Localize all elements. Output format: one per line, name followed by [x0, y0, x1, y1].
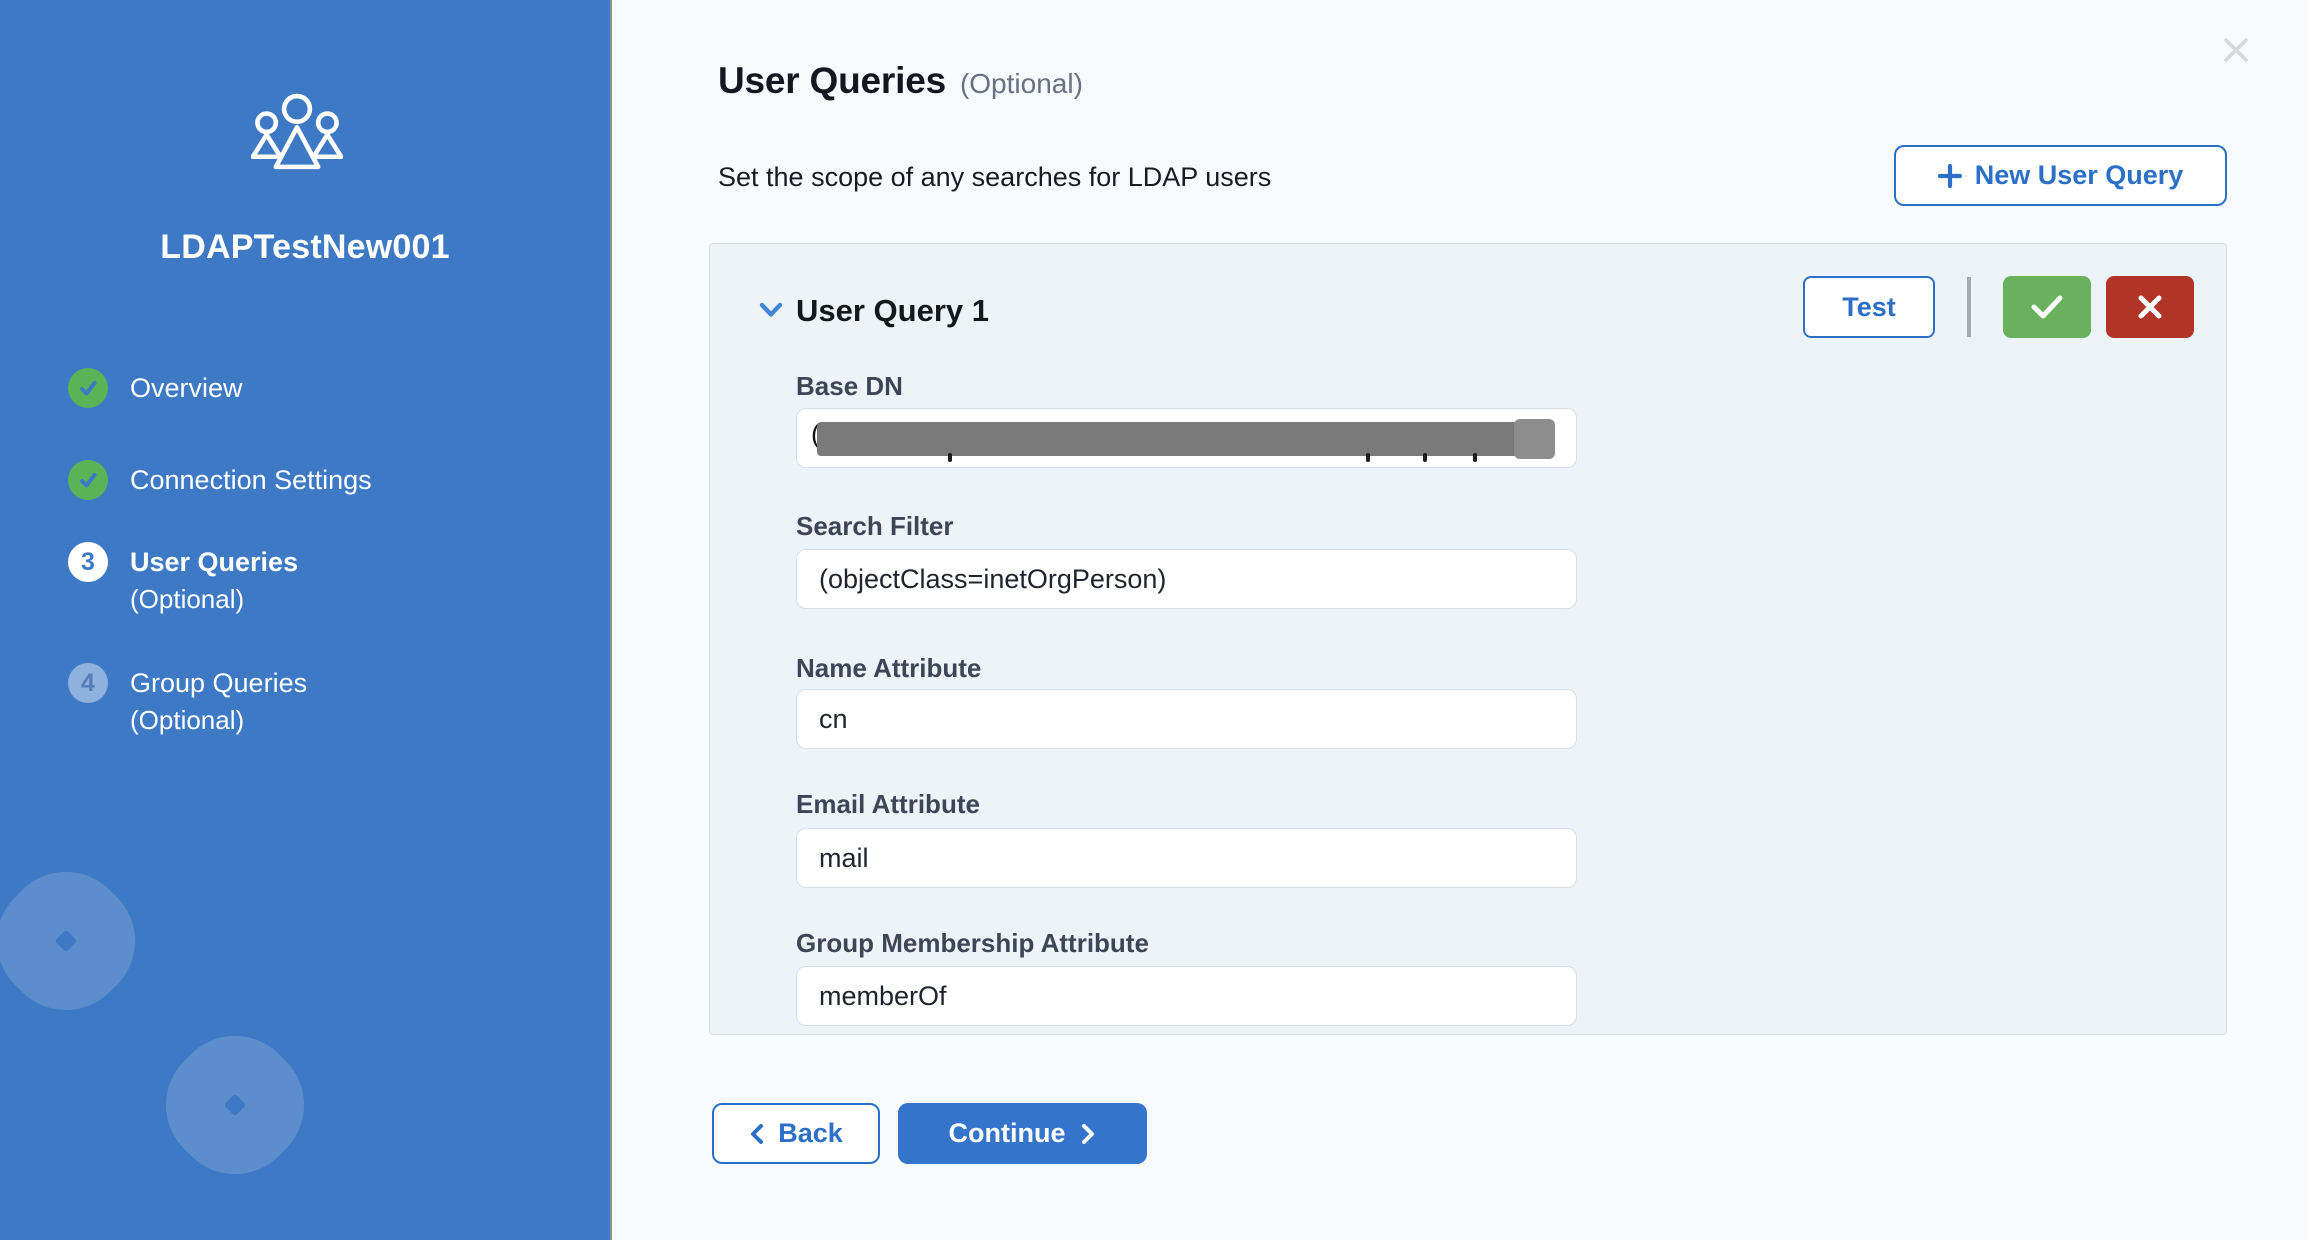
page-subtitle: Set the scope of any searches for LDAP u… [718, 162, 1271, 193]
step-complete-badge [68, 460, 108, 500]
test-button-label: Test [1842, 292, 1896, 323]
step-label: Connection Settings [130, 460, 372, 500]
x-icon [2136, 293, 2164, 321]
delete-query-button[interactable] [2106, 276, 2194, 338]
new-user-query-label: New User Query [1975, 160, 2184, 191]
sidebar-step-group-queries[interactable]: 4 Group Queries (Optional) [68, 663, 307, 737]
step-label: Overview [130, 368, 243, 408]
email-attribute-input[interactable] [796, 828, 1577, 888]
chevron-left-icon [749, 1123, 764, 1145]
redaction-bar-cap [1514, 419, 1555, 459]
page-title-row: User Queries (Optional) [718, 60, 1083, 102]
users-group-icon [251, 92, 343, 170]
base-dn-input[interactable]: ( [796, 408, 1577, 468]
watermark-ring-icon [0, 846, 161, 1036]
group-membership-attribute-input[interactable] [796, 966, 1577, 1026]
step-sublabel: (Optional) [130, 703, 307, 737]
redaction-artifact [1366, 453, 1370, 462]
sidebar-step-connection-settings[interactable]: Connection Settings [68, 460, 372, 500]
test-button[interactable]: Test [1803, 276, 1935, 338]
confirm-query-button[interactable] [2003, 276, 2091, 338]
step-label: Group Queries [130, 663, 307, 703]
chevron-right-icon [1081, 1123, 1096, 1145]
field-label-name-attribute: Name Attribute [796, 653, 981, 684]
wizard-sidebar: LDAPTestNew001 Overview Connection Setti… [0, 0, 612, 1240]
step-label: User Queries [130, 542, 298, 582]
step-number-badge: 3 [68, 542, 108, 582]
continue-button-label: Continue [949, 1118, 1066, 1149]
sidebar-step-user-queries[interactable]: 3 User Queries (Optional) [68, 542, 298, 616]
field-label-base-dn: Base DN [796, 371, 903, 402]
wizard-content: User Queries (Optional) Set the scope of… [614, 0, 2308, 1240]
page-title: User Queries [718, 60, 946, 102]
user-query-panel: User Query 1 Test Base DN ( [709, 243, 2227, 1035]
step-number-badge: 4 [68, 663, 108, 703]
continue-button[interactable]: Continue [898, 1103, 1147, 1164]
back-button[interactable]: Back [712, 1103, 880, 1164]
field-label-search-filter: Search Filter [796, 511, 954, 542]
ldap-wizard-modal: LDAPTestNew001 Overview Connection Setti… [0, 0, 2308, 1240]
sidebar-step-overview[interactable]: Overview [68, 368, 243, 408]
redaction-bar [817, 422, 1520, 456]
watermark-ring-icon [140, 1010, 330, 1200]
name-attribute-input[interactable] [796, 689, 1577, 749]
new-user-query-button[interactable]: New User Query [1894, 145, 2227, 206]
search-filter-input[interactable] [796, 549, 1577, 609]
redaction-artifact [948, 453, 952, 462]
page-title-suffix: (Optional) [960, 68, 1083, 100]
button-divider [1967, 277, 1971, 337]
field-label-group-membership-attribute: Group Membership Attribute [796, 928, 1149, 959]
chevron-down-icon[interactable] [758, 301, 784, 319]
check-icon [77, 469, 99, 491]
plus-icon [1938, 164, 1962, 188]
step-complete-badge [68, 368, 108, 408]
field-label-email-attribute: Email Attribute [796, 789, 980, 820]
redaction-artifact [1473, 453, 1477, 462]
close-icon[interactable] [2222, 36, 2250, 64]
check-icon [77, 377, 99, 399]
step-sublabel: (Optional) [130, 582, 298, 616]
query-panel-title: User Query 1 [796, 293, 989, 329]
redaction-artifact [1423, 453, 1427, 462]
connector-name: LDAPTestNew001 [0, 228, 610, 267]
back-button-label: Back [778, 1118, 843, 1149]
check-icon [2030, 294, 2064, 320]
